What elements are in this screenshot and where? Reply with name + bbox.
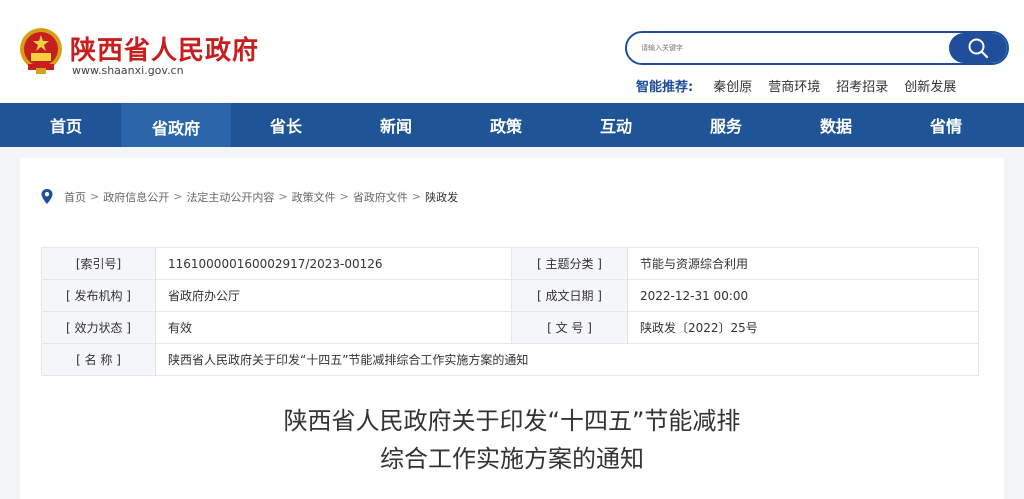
table-row: [ 名 称 ] 陕西省人民政府关于印发“十四五”节能减排综合工作实施方案的通知 xyxy=(41,343,979,376)
breadcrumb-provincial-documents[interactable]: 省政府文件 xyxy=(353,189,408,205)
document-info-table: [索引号] 116100000160002917/2023-00126 [ 主题… xyxy=(41,247,979,376)
nav-item-province-info[interactable]: 省情 xyxy=(891,103,1001,147)
search-button[interactable] xyxy=(949,33,1007,63)
name-value: 陕西省人民政府关于印发“十四五”节能减排综合工作实施方案的通知 xyxy=(155,343,979,376)
issuer-label: [ 发布机构 ] xyxy=(41,279,156,312)
national-emblem-icon xyxy=(20,28,62,74)
topic-value: 节能与资源综合利用 xyxy=(627,247,979,280)
nav-item-interaction[interactable]: 互动 xyxy=(561,103,671,147)
date-label: [ 成文日期 ] xyxy=(511,279,628,312)
smart-link-innovation[interactable]: 创新发展 xyxy=(904,76,956,95)
smart-recommend: 智能推荐: 秦创原 营商环境 招考招录 创新发展 xyxy=(636,76,972,95)
breadcrumb-home[interactable]: 首页 xyxy=(64,189,86,205)
nav-item-news[interactable]: 新闻 xyxy=(341,103,451,147)
search-input[interactable] xyxy=(641,39,941,57)
index-value: 116100000160002917/2023-00126 xyxy=(155,247,512,280)
name-label: [ 名 称 ] xyxy=(41,343,156,376)
table-row: [索引号] 116100000160002917/2023-00126 [ 主题… xyxy=(41,247,979,280)
document-title: 陕西省人民政府关于印发“十四五”节能减排 综合工作实施方案的通知 xyxy=(0,402,1024,478)
nav-item-policy[interactable]: 政策 xyxy=(451,103,561,147)
document-title-line-2: 综合工作实施方案的通知 xyxy=(380,445,644,473)
nav-item-provincial-government[interactable]: 省政府 xyxy=(121,103,231,147)
nav-item-data[interactable]: 数据 xyxy=(781,103,891,147)
breadcrumb-gov-info-public[interactable]: 政府信息公开 xyxy=(103,189,169,205)
smart-link-recruitment[interactable]: 招考招录 xyxy=(836,76,888,95)
date-value: 2022-12-31 00:00 xyxy=(627,279,979,312)
nav-item-service[interactable]: 服务 xyxy=(671,103,781,147)
table-row: [ 发布机构 ] 省政府办公厅 [ 成文日期 ] 2022-12-31 00:0… xyxy=(41,279,979,312)
breadcrumb-statutory-content[interactable]: 法定主动公开内容 xyxy=(186,189,274,205)
nav-item-governor[interactable]: 省长 xyxy=(231,103,341,147)
breadcrumb-separator: > xyxy=(173,190,183,203)
smart-recommend-label: 智能推荐: xyxy=(636,80,694,95)
smart-link-qinchuangyuan[interactable]: 秦创原 xyxy=(713,76,752,95)
issuer-value: 省政府办公厅 xyxy=(155,279,512,312)
breadcrumb: 首页 > 政府信息公开 > 法定主动公开内容 > 政策文件 > 省政府文件 > … xyxy=(40,188,458,205)
nav-item-home[interactable]: 首页 xyxy=(11,103,121,147)
site-url[interactable]: www.shaanxi.gov.cn xyxy=(72,64,184,77)
main-nav: 首页 省政府 省长 新闻 政策 互动 服务 数据 省情 xyxy=(0,103,1024,147)
location-pin-icon xyxy=(41,189,53,204)
topic-label: [ 主题分类 ] xyxy=(511,247,628,280)
site-header: 陕西省人民政府 www.shaanxi.gov.cn 智能推荐: 秦创原 营商环… xyxy=(0,0,1024,103)
search-box xyxy=(625,31,1009,65)
breadcrumb-separator: > xyxy=(278,190,288,203)
smart-link-business-environment[interactable]: 营商环境 xyxy=(768,76,820,95)
table-row: [ 效力状态 ] 有效 [ 文 号 ] 陕政发〔2022〕25号 xyxy=(41,311,979,344)
docno-value: 陕政发〔2022〕25号 xyxy=(627,311,979,344)
document-title-line-1: 陕西省人民政府关于印发“十四五”节能减排 xyxy=(283,407,741,435)
site-title[interactable]: 陕西省人民政府 xyxy=(70,30,259,67)
status-value: 有效 xyxy=(155,311,512,344)
status-label: [ 效力状态 ] xyxy=(41,311,156,344)
breadcrumb-current[interactable]: 陕政发 xyxy=(425,189,458,205)
breadcrumb-separator: > xyxy=(339,190,349,203)
breadcrumb-separator: > xyxy=(90,190,100,203)
breadcrumb-separator: > xyxy=(411,190,422,203)
docno-label: [ 文 号 ] xyxy=(511,311,628,344)
breadcrumb-policy-documents[interactable]: 政策文件 xyxy=(292,189,336,205)
search-icon xyxy=(968,38,989,59)
index-label: [索引号] xyxy=(41,247,156,280)
